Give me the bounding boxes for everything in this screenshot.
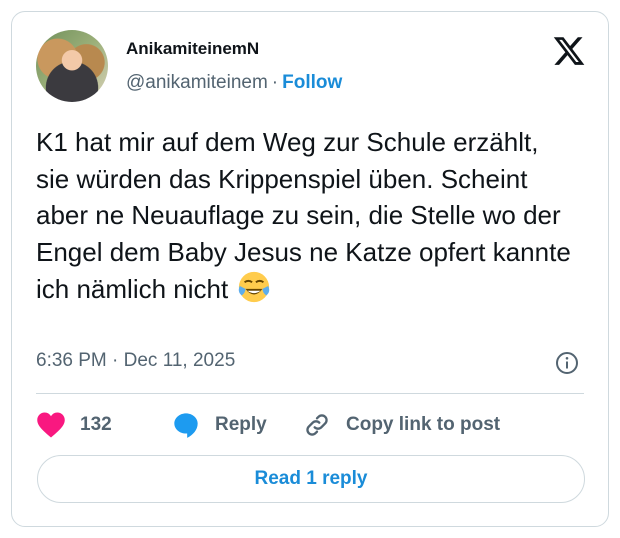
tweet-timestamp[interactable]: 6:36 PM · Dec 11, 2025 bbox=[36, 350, 235, 372]
divider bbox=[36, 393, 584, 394]
action-bar: 132 Reply Copy link to post bbox=[36, 410, 596, 440]
tweet-body: K1 hat mir auf dem Weg zur Schule erzähl… bbox=[36, 127, 571, 305]
copy-link-button[interactable]: Copy link to post bbox=[302, 410, 500, 440]
like-button[interactable]: 132 bbox=[36, 410, 112, 440]
copy-link-label: Copy link to post bbox=[346, 414, 501, 435]
heart-icon bbox=[37, 412, 65, 438]
reply-button[interactable]: Reply bbox=[171, 410, 267, 440]
read-replies-button[interactable]: Read 1 reply bbox=[37, 455, 585, 503]
like-count: 132 bbox=[80, 414, 112, 435]
author-display-name[interactable]: AnikamiteinemN bbox=[126, 39, 259, 59]
reply-label: Reply bbox=[215, 414, 267, 435]
tweet-card: AnikamiteinemN @anikamiteinem · Follow K1 … bbox=[11, 11, 609, 527]
tweet-text: K1 hat mir auf dem Weg zur Schule erzähl… bbox=[36, 124, 576, 308]
author-handle-row: @anikamiteinem · Follow bbox=[126, 72, 342, 94]
author-handle[interactable]: @anikamiteinem bbox=[126, 72, 268, 93]
separator-dot: · bbox=[271, 72, 279, 93]
face-with-tears-of-joy-icon bbox=[239, 272, 270, 303]
author-avatar[interactable] bbox=[36, 30, 108, 102]
info-icon[interactable] bbox=[555, 351, 579, 375]
reply-bubble-icon bbox=[174, 413, 198, 438]
link-icon bbox=[306, 414, 328, 436]
x-logo-icon[interactable] bbox=[552, 34, 586, 68]
follow-button[interactable]: Follow bbox=[282, 72, 342, 93]
